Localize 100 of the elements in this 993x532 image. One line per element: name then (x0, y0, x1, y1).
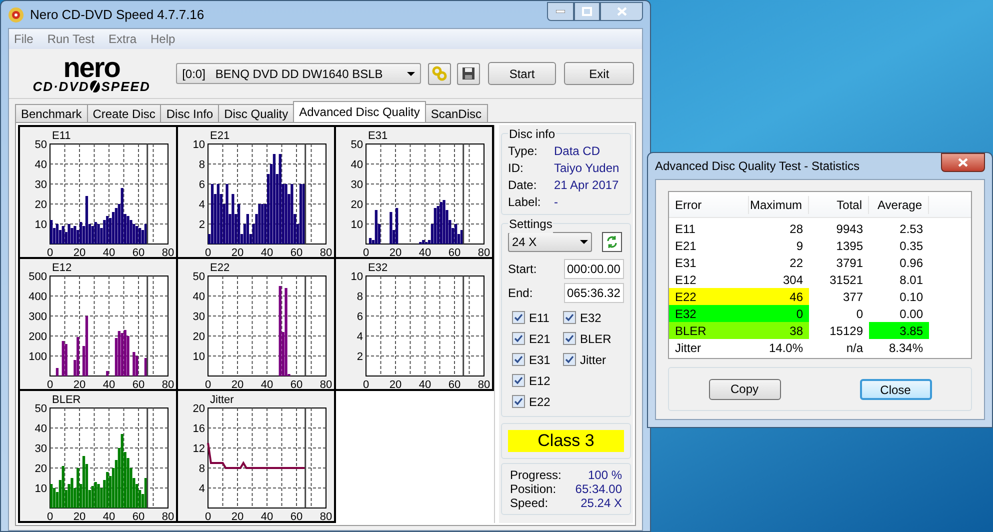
chart-title: E12 (52, 262, 72, 274)
axis-label: 60 (290, 511, 303, 521)
axis-label: 20 (73, 247, 86, 257)
axis-label: 0 (46, 511, 54, 521)
table-cell-text: 0.00 (898, 306, 924, 322)
axis-label: 40 (260, 511, 274, 521)
axis-label: 500 (28, 271, 47, 283)
table-cell-text: Jitter (674, 340, 702, 356)
chart-title: Jitter (210, 394, 234, 406)
axis-label: 0 (204, 379, 212, 389)
axis-label: 50 (34, 403, 47, 415)
table-cell-text: 3791 (835, 254, 864, 272)
axis-label: 80 (162, 247, 174, 257)
chart-title: E22 (210, 262, 230, 274)
table-cell-text: 9 (795, 238, 804, 254)
table-cell-text: E12 (674, 272, 698, 288)
axis-label: 400 (28, 291, 47, 303)
window-title: Nero CD-DVD Speed 4.7.7.16 (30, 6, 204, 24)
axis-label: 40 (102, 247, 116, 257)
dialog-title: Advanced Disc Quality Test - Statistics (655, 158, 860, 175)
axis-label: 0 (204, 247, 212, 257)
table-cell-text: 28 (788, 220, 804, 237)
axis-label: 60 (448, 247, 461, 257)
chart-title: BLER (52, 394, 81, 406)
field-label: Start: (508, 261, 537, 278)
table-cell-text: 15129 (828, 322, 864, 340)
axis-label: 4 (198, 483, 205, 495)
table-cell: 46 (749, 288, 809, 305)
axis-label: 0 (46, 247, 54, 257)
axis-label: 60 (448, 379, 461, 389)
axis-label: 20 (73, 511, 86, 521)
table-cell: 38 (749, 322, 809, 339)
axis-label: 80 (478, 247, 490, 257)
axis-label: 40 (260, 379, 274, 389)
field-value: 100 % (588, 467, 622, 484)
axis-label: 20 (34, 199, 47, 211)
axis-label: 20 (34, 463, 47, 475)
axis-label: 20 (192, 403, 205, 415)
axis-label: 40 (34, 423, 47, 435)
axis-label: 8 (356, 291, 363, 303)
table-cell-text: 0.96 (898, 254, 924, 271)
field-label: Position: (510, 482, 556, 498)
axis-label: 60 (290, 247, 303, 257)
axis-label: 30 (34, 443, 47, 455)
axis-label: 30 (192, 311, 205, 323)
axis-label: 50 (350, 139, 363, 151)
table-cell-text: E21 (674, 238, 698, 254)
table-cell-text: 304 (782, 272, 804, 288)
logo-wordmark: CD·DVD (32, 80, 90, 93)
field-label: ID: (508, 160, 524, 176)
table-cell-text: 0.10 (898, 288, 924, 305)
axis-label: 50 (192, 271, 205, 283)
axis-label: 20 (389, 247, 402, 257)
axis-label: 80 (162, 511, 174, 521)
axis-label: 8 (198, 159, 205, 171)
axis-label: 4 (356, 331, 363, 343)
axis-label: 40 (34, 159, 47, 171)
field-label: Type: (508, 142, 538, 160)
axis-label: 12 (192, 443, 205, 455)
axis-label: 200 (28, 331, 47, 343)
table-cell-text: 2.53 (898, 220, 924, 237)
table-cell-text: 0.35 (898, 238, 924, 254)
axis-label: 16 (192, 423, 205, 435)
axis-label: 30 (350, 179, 363, 191)
axis-label: 6 (198, 179, 205, 191)
axis-label: 40 (418, 379, 432, 389)
axis-label: 80 (162, 379, 174, 389)
field-value: 65:34.00 (575, 481, 622, 498)
table-cell-text: 0 (855, 306, 864, 322)
axis-label: 40 (350, 159, 363, 171)
axis-label: 4 (198, 199, 205, 211)
table-cell-text: 14.0% (768, 340, 804, 356)
axis-label: 40 (260, 247, 274, 257)
table-cell-text: E31 (674, 254, 698, 271)
axis-label: 10 (34, 483, 47, 495)
table-cell-text: n/a (845, 340, 864, 356)
axis-label: 40 (102, 511, 116, 521)
table-cell-text: 8.34% (888, 340, 924, 356)
table-cell-text: 22 (788, 254, 804, 271)
axis-label: 6 (356, 311, 363, 323)
table-cell: BLER (669, 322, 749, 339)
axis-label: 80 (478, 379, 490, 389)
axis-label: 0 (362, 247, 370, 257)
axis-label: 60 (290, 379, 303, 389)
axis-label: 40 (192, 291, 205, 303)
axis-label: 20 (192, 331, 205, 343)
axis-label: 60 (132, 379, 145, 389)
axis-label: 20 (231, 511, 244, 521)
table-cell-text: 377 (842, 288, 864, 306)
axis-label: 10 (350, 219, 363, 231)
table-cell: 0 (749, 305, 809, 322)
chart-title: E31 (368, 130, 388, 142)
axis-label: 20 (73, 379, 86, 389)
field-value: 25.24 X (580, 495, 622, 512)
field-label: End: (508, 285, 533, 302)
axis-label: 300 (28, 311, 47, 323)
axis-label: 2 (198, 219, 205, 231)
chart-title: E32 (368, 262, 388, 274)
class-grade: Class 3 (508, 430, 624, 452)
chart-title: E21 (210, 130, 230, 142)
